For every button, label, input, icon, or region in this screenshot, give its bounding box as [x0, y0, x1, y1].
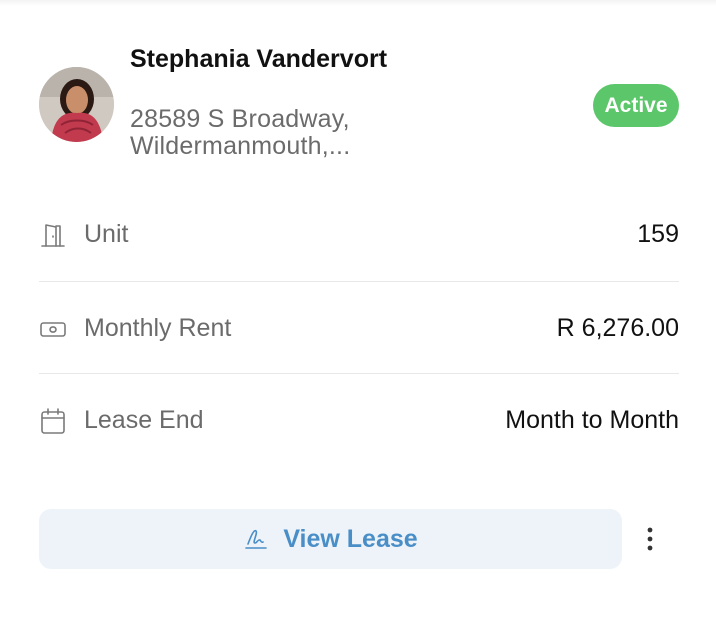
detail-value: R 6,276.00: [556, 314, 679, 342]
tenant-photo: [39, 67, 114, 142]
tenant-name: Stephania Vandervort: [130, 45, 388, 73]
card-top-edge: [0, 0, 716, 6]
view-lease-label: View Lease: [283, 525, 418, 553]
door-icon: [39, 221, 67, 249]
detail-row-monthly-rent: Monthly Rent R 6,276.00: [39, 281, 679, 374]
detail-label: Unit: [84, 220, 129, 248]
detail-label: Lease End: [84, 406, 204, 434]
tenant-card: Stephania Vandervort 28589 S Broadway, W…: [0, 0, 716, 632]
calendar-icon: [39, 407, 67, 435]
avatar: [39, 67, 114, 142]
status-badge: Active: [593, 84, 679, 127]
money-icon: [39, 315, 67, 343]
more-vertical-icon: [647, 527, 653, 551]
tenant-address: 28589 S Broadway, Wildermanmouth,...: [130, 105, 351, 160]
detail-label: Monthly Rent: [84, 314, 232, 342]
detail-value: Month to Month: [505, 406, 679, 434]
detail-row-unit: Unit 159: [39, 189, 679, 281]
detail-value: 159: [637, 220, 679, 248]
more-options-button[interactable]: [636, 524, 664, 554]
view-lease-button[interactable]: View Lease: [39, 509, 622, 569]
detail-row-lease-end: Lease End Month to Month: [39, 373, 679, 466]
signature-icon: [245, 529, 268, 549]
